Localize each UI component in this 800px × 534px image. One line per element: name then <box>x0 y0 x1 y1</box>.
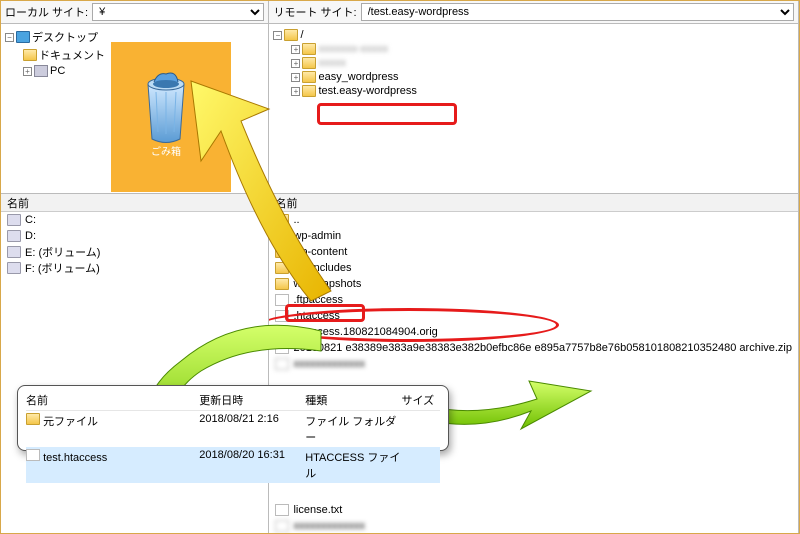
local-site-label: ローカル サイト: <box>5 4 88 20</box>
file-icon <box>26 449 40 461</box>
drive-icon <box>7 246 21 258</box>
tree-node[interactable]: +xxxxx <box>291 56 794 70</box>
file-icon <box>275 520 289 532</box>
tree-label: PC <box>50 65 65 77</box>
tree-node-root[interactable]: − / <box>273 28 794 42</box>
expand-icon[interactable]: + <box>23 67 32 76</box>
tree-label: / <box>300 29 303 41</box>
drive-icon <box>7 262 21 274</box>
tree-label: ドキュメント <box>39 47 105 63</box>
tree-node[interactable]: +easy_wordpress <box>291 70 794 84</box>
overlay-header: 名前 更新日時 種類 サイズ <box>26 390 440 411</box>
list-item[interactable]: 20180821 e38389e383a9e38383e382b0efbc86e… <box>269 340 798 356</box>
folder-icon <box>302 43 316 55</box>
expand-icon[interactable]: + <box>291 45 300 54</box>
annotation-arrow-yellow <box>151 61 351 321</box>
pc-icon <box>34 65 48 77</box>
tree-node-selected[interactable]: +test.easy-wordpress <box>291 84 794 98</box>
local-site-header: ローカル サイト: ¥ <box>1 1 268 24</box>
file-icon <box>275 504 289 516</box>
overlay-file-table: 名前 更新日時 種類 サイズ 元ファイル 2018/08/21 2:16 ファイ… <box>17 385 449 451</box>
remote-site-label: リモート サイト: <box>273 4 356 20</box>
tree-node[interactable]: +xxxxxxx-xxxxx <box>291 42 794 56</box>
list-item[interactable]: license.txt <box>269 502 798 518</box>
collapse-icon[interactable]: − <box>5 33 14 42</box>
collapse-icon[interactable]: − <box>273 31 282 40</box>
remote-site-header: リモート サイト: /test.easy-wordpress <box>269 1 798 24</box>
folder-icon <box>284 29 298 41</box>
tree-node-desktop[interactable]: − デスクトップ <box>5 28 264 46</box>
drive-icon <box>7 214 21 226</box>
remote-path-select[interactable]: /test.easy-wordpress <box>361 3 794 21</box>
folder-icon <box>26 413 40 425</box>
folder-icon <box>23 49 37 61</box>
list-item[interactable]: xxxxxxxxxxxxx <box>269 356 798 372</box>
local-path-select[interactable]: ¥ <box>92 3 264 21</box>
table-row-selected[interactable]: test.htaccess 2018/08/20 16:31 HTACCESS … <box>26 447 440 483</box>
table-row[interactable]: 元ファイル 2018/08/21 2:16 ファイル フォルダー <box>26 411 440 447</box>
desktop-icon <box>16 31 30 43</box>
tree-label: デスクトップ <box>32 29 98 45</box>
drive-icon <box>7 230 21 242</box>
list-item[interactable]: xxxxxxxxxxxxx <box>269 518 798 533</box>
